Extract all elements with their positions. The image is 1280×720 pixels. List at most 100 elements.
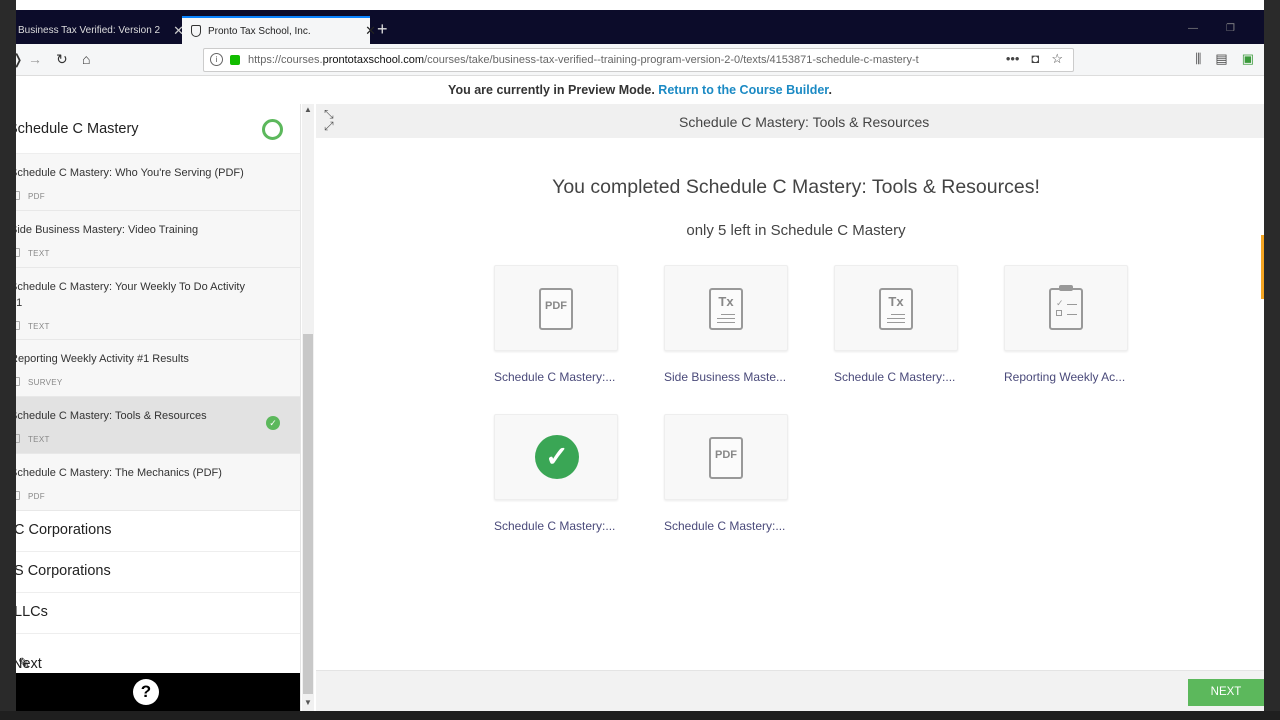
course-sidebar: Schedule C Mastery Schedule C Mastery: W… <box>16 104 301 711</box>
navigation-bar: ❭ → ↻ ⌂ i https://courses.prontotaxschoo… <box>16 44 1264 76</box>
close-icon[interactable]: ✕ <box>365 23 376 39</box>
progress-ring-icon <box>262 119 283 140</box>
check-icon: ✓ <box>535 435 579 479</box>
tab-pronto-tax[interactable]: Pronto Tax School, Inc. ✕ <box>182 16 376 44</box>
feedback-tab[interactable] <box>1261 235 1264 299</box>
extension-icon[interactable]: ▣ <box>1242 51 1254 67</box>
section-title: Schedule C Mastery <box>16 121 139 137</box>
new-tab-icon[interactable]: + <box>377 19 388 40</box>
chapter-c-corporations[interactable]: C Corporations <box>16 511 300 552</box>
lesson-item[interactable]: Schedule C Mastery: Who You're Serving (… <box>16 154 300 211</box>
tab-business-tax[interactable]: Business Tax Verified: Version 2 ✕ <box>16 16 184 44</box>
lesson-card[interactable]: ✓ <box>1004 265 1128 351</box>
lesson-title: Schedule C Mastery: The Mechanics (PDF) <box>16 467 222 479</box>
content-title: Schedule C Mastery: Tools & Resources <box>679 114 930 130</box>
expand-icon[interactable]: ⤡ ⤢ <box>324 108 350 134</box>
card-label[interactable]: Schedule C Mastery:... <box>494 519 615 533</box>
lesson-item[interactable]: Schedule C Mastery: The Mechanics (PDF) … <box>16 454 300 511</box>
scroll-up-arrow-icon[interactable]: ▲ <box>304 105 312 114</box>
chapter-label: C Corporations <box>16 522 112 538</box>
text-icon: Tx <box>709 288 743 330</box>
lesson-type: TEXT <box>28 322 50 331</box>
return-to-course-builder-link[interactable]: Return to the Course Builder <box>658 83 828 97</box>
lock-icon <box>230 55 240 65</box>
toolbar-icons: ⫼ ▤ ▣ <box>1195 51 1254 67</box>
screen-right-edge <box>1264 0 1280 720</box>
sidebar-toggle-icon[interactable]: ▤ <box>1215 51 1227 67</box>
restore-icon[interactable]: ❐ <box>1226 23 1235 34</box>
lesson-type: SURVEY <box>28 378 63 387</box>
content-footer: NEXT <box>316 670 1264 711</box>
lesson-item[interactable]: Reporting Weekly Activity #1 Results SUR… <box>16 340 300 397</box>
lesson-type: PDF <box>28 192 45 201</box>
url-path: /courses/take/business-tax-verified--tra… <box>424 54 919 66</box>
card-label[interactable]: Side Business Maste... <box>664 370 786 384</box>
chapter-llcs[interactable]: LLCs <box>16 593 300 634</box>
chapter-next-steps[interactable]: Next Steps✎ <box>16 634 300 688</box>
sidebar-scrollbar-thumb[interactable] <box>303 334 313 694</box>
document-icon <box>16 191 20 200</box>
lesson-type: TEXT <box>28 435 50 444</box>
url-prefix: https://courses. <box>248 54 323 66</box>
minimize-icon[interactable]: — <box>1188 23 1198 34</box>
card-label[interactable]: Schedule C Mastery:... <box>664 519 785 533</box>
lesson-type: PDF <box>28 492 45 501</box>
screen-bottom-edge <box>0 711 1280 720</box>
lesson-item[interactable]: Schedule C Mastery: Your Weekly To Do Ac… <box>16 268 300 340</box>
bookmark-star-icon[interactable]: ☆ <box>1051 51 1063 67</box>
card-label[interactable]: Schedule C Mastery:... <box>834 370 955 384</box>
scroll-down-arrow-icon[interactable]: ▼ <box>304 698 312 707</box>
document-icon <box>16 491 20 500</box>
completed-check-icon: ✓ <box>266 416 280 430</box>
banner-text: You are currently in Preview Mode. <box>448 83 659 97</box>
help-bar: ? <box>16 673 300 711</box>
completed-message: You completed Schedule C Mastery: Tools … <box>552 176 1040 198</box>
pdf-icon: PDF <box>539 288 573 330</box>
survey-icon: ✓ <box>1049 285 1083 330</box>
reload-icon[interactable]: ↻ <box>56 51 68 68</box>
tab-strip: Business Tax Verified: Version 2 ✕ Pront… <box>16 10 1264 44</box>
pdf-icon: PDF <box>709 437 743 479</box>
home-icon[interactable]: ⌂ <box>82 51 90 67</box>
content-header: ⤡ ⤢ Schedule C Mastery: Tools & Resources <box>316 104 1264 138</box>
more-icon[interactable]: ••• <box>1006 51 1020 67</box>
lesson-card[interactable]: Tx <box>834 265 958 351</box>
lesson-card-current[interactable]: ✓ <box>494 414 618 500</box>
lesson-title: Schedule C Mastery: Your Weekly To Do Ac… <box>16 281 245 309</box>
lesson-title: Schedule C Mastery: Who You're Serving (… <box>16 167 244 179</box>
card-label[interactable]: Reporting Weekly Ac... <box>1004 370 1125 384</box>
lesson-item[interactable]: Side Business Mastery: Video Training TE… <box>16 211 300 268</box>
shield-icon <box>191 25 201 37</box>
next-button[interactable]: NEXT <box>1188 679 1264 706</box>
pencil-icon: ✎ <box>18 656 31 672</box>
lesson-title: Schedule C Mastery: Tools & Resources <box>16 410 207 422</box>
url-actions: ••• ◘ ☆ <box>1006 51 1063 67</box>
card-label[interactable]: Schedule C Mastery:... <box>494 370 615 384</box>
survey-icon <box>16 377 20 386</box>
browser-window: Business Tax Verified: Version 2 ✕ Pront… <box>16 0 1264 711</box>
chapter-label: S Corporations <box>16 563 111 579</box>
tab-label: Pronto Tax School, Inc. <box>208 25 311 37</box>
tab-label: Business Tax Verified: Version 2 <box>18 24 161 36</box>
forward-icon[interactable]: → <box>28 51 42 67</box>
lesson-card[interactable]: PDF <box>664 414 788 500</box>
chapter-s-corporations[interactable]: S Corporations <box>16 552 300 593</box>
lesson-item-active[interactable]: Schedule C Mastery: Tools & Resources TE… <box>16 397 300 454</box>
url-host: prontotaxschool.com <box>322 54 425 66</box>
lesson-card[interactable]: Tx <box>664 265 788 351</box>
pocket-icon[interactable]: ◘ <box>1031 51 1039 67</box>
help-button[interactable]: ? <box>133 679 159 705</box>
text-icon: Tx <box>879 288 913 330</box>
remaining-count: only 5 left in Schedule C Mastery <box>686 222 906 239</box>
lesson-card[interactable]: PDF <box>494 265 618 351</box>
library-icon[interactable]: ⫼ <box>1195 51 1201 67</box>
address-bar[interactable]: i https://courses. prontotaxschool.com/co… <box>203 48 1074 72</box>
info-icon[interactable]: i <box>210 53 223 66</box>
banner-period: . <box>828 83 832 97</box>
section-header[interactable]: Schedule C Mastery <box>16 104 300 154</box>
chapter-label: LLCs <box>16 604 48 620</box>
back-icon[interactable]: ❭ <box>16 51 24 68</box>
document-icon <box>16 434 20 443</box>
lesson-title: Reporting Weekly Activity #1 Results <box>16 353 189 365</box>
document-icon <box>16 248 20 257</box>
